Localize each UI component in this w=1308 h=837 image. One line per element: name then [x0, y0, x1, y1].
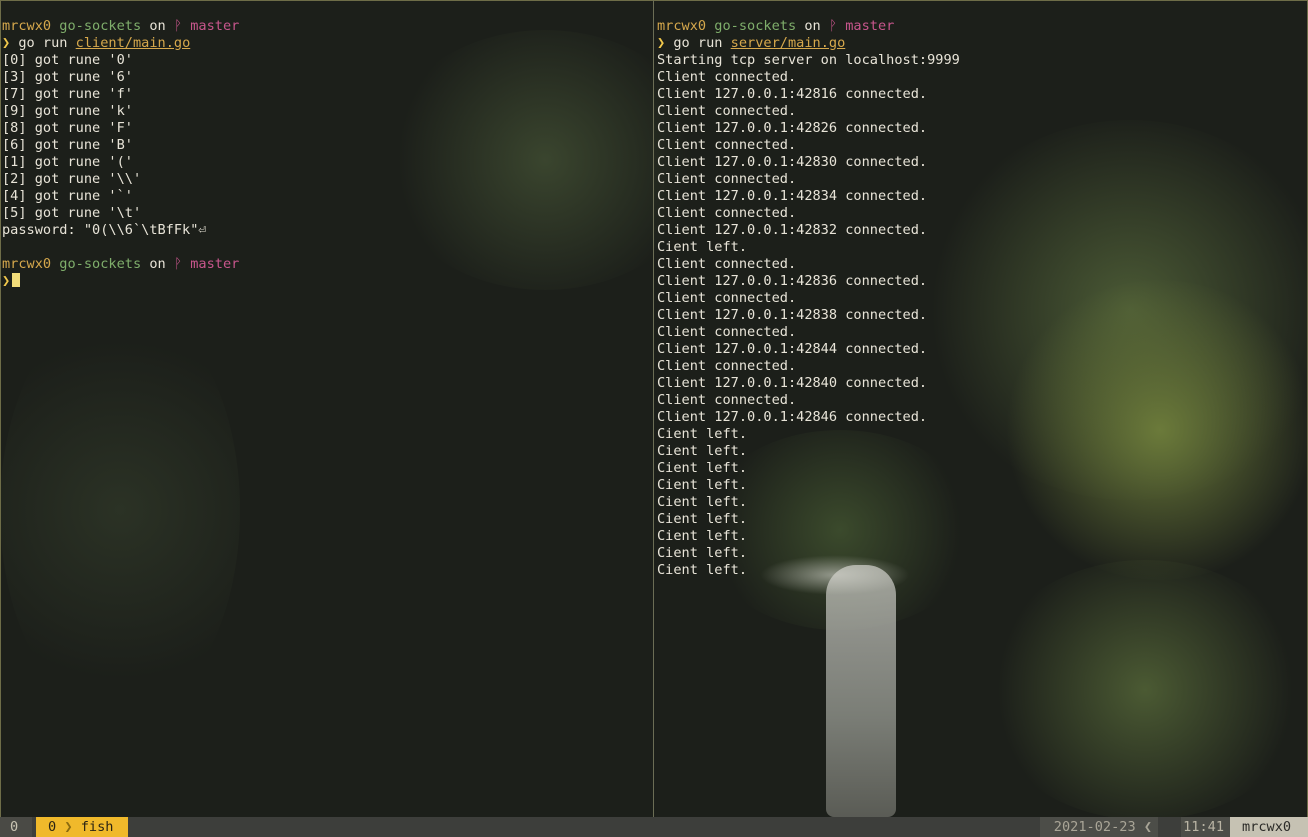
- output-line: [3] got rune '6': [2, 69, 133, 85]
- output-line: [4] got rune '`': [2, 188, 133, 204]
- prompt-on: on: [804, 18, 821, 34]
- prompt-dir: go-sockets: [714, 18, 797, 34]
- output-line: Client 127.0.0.1:42844 connected.: [657, 341, 928, 357]
- prompt-branch: master: [190, 256, 240, 272]
- pane-divider[interactable]: [653, 0, 654, 817]
- prompt-line: mrcwx0 go-sockets on ᚹ master: [657, 18, 1303, 35]
- output-line: Client connected.: [657, 171, 797, 187]
- command-line: ❯ go run server/main.go: [657, 35, 1303, 52]
- prompt-on: on: [149, 256, 166, 272]
- output-line: Client connected.: [657, 324, 797, 340]
- output-line: [8] got rune 'F': [2, 120, 133, 136]
- tmux-status-bar: 0 0 ❯ fish 2021-02-23 ❮ 11:41 mrcwx0: [0, 817, 1308, 837]
- output-line: Client connected.: [657, 290, 797, 306]
- output-line: [9] got rune 'k': [2, 103, 133, 119]
- prompt-user: mrcwx0: [2, 256, 52, 272]
- time-label: 11:41: [1183, 819, 1224, 835]
- window-index: 0: [48, 819, 57, 835]
- output-line: Client 127.0.0.1:42840 connected.: [657, 375, 928, 391]
- output-line: Client connected.: [657, 358, 797, 374]
- server-output: Starting tcp server on localhost:9999 Cli…: [657, 52, 1303, 579]
- command-text: go run: [673, 35, 723, 51]
- branch-icon: ᚹ: [828, 18, 838, 34]
- separator-icon: ❮: [1143, 819, 1152, 835]
- status-date: 2021-02-23 ❮: [1039, 817, 1158, 837]
- prompt-dir: go-sockets: [59, 256, 142, 272]
- output-line: [5] got rune '\t': [2, 205, 142, 221]
- output-line: Client 127.0.0.1:42830 connected.: [657, 154, 928, 170]
- output-line: Client 127.0.0.1:42826 connected.: [657, 120, 928, 136]
- output-line: Cient left.: [657, 426, 748, 442]
- output-line: Client 127.0.0.1:42816 connected.: [657, 86, 928, 102]
- session-indicator[interactable]: 0: [0, 817, 32, 837]
- right-pane-server[interactable]: mrcwx0 go-sockets on ᚹ master ❯ go run s…: [657, 18, 1303, 817]
- prompt-branch: master: [845, 18, 895, 34]
- output-line: Cient left.: [657, 239, 748, 255]
- output-line: [0] got rune '0': [2, 52, 133, 68]
- output-line: Client connected.: [657, 137, 797, 153]
- prompt-on: on: [149, 18, 166, 34]
- output-line: Client 127.0.0.1:42836 connected.: [657, 273, 928, 289]
- command-path-link[interactable]: client/main.go: [76, 35, 191, 51]
- output-line: Client connected.: [657, 392, 797, 408]
- output-line: Client 127.0.0.1:42838 connected.: [657, 307, 928, 323]
- command-line: ❯ go run client/main.go: [2, 35, 650, 52]
- output-line: Cient left.: [657, 460, 748, 476]
- window-tab-fish[interactable]: 0 ❯ fish: [36, 817, 128, 837]
- output-line: Cient left.: [657, 528, 748, 544]
- prompt-line: mrcwx0 go-sockets on ᚹ master: [2, 18, 650, 35]
- active-input-line[interactable]: ❯: [2, 273, 650, 290]
- output-line: [6] got rune 'B': [2, 137, 133, 153]
- output-line: [7] got rune 'f': [2, 86, 133, 102]
- prompt-branch: master: [190, 18, 240, 34]
- output-line: Client 127.0.0.1:42834 connected.: [657, 188, 928, 204]
- prompt-dir: go-sockets: [59, 18, 142, 34]
- output-line: Client 127.0.0.1:42846 connected.: [657, 409, 928, 425]
- output-line: Cient left.: [657, 562, 748, 578]
- window-name: fish: [80, 819, 114, 835]
- prompt-line-2: mrcwx0 go-sockets on ᚹ master: [2, 256, 650, 273]
- output-line: [1] got rune '(': [2, 154, 133, 170]
- output-line: Cient left.: [657, 477, 748, 493]
- branch-icon: ᚹ: [173, 256, 183, 272]
- output-line: Client connected.: [657, 69, 797, 85]
- output-line: Client connected.: [657, 205, 797, 221]
- output-line: Client connected.: [657, 256, 797, 272]
- output-line: Cient left.: [657, 443, 748, 459]
- output-line: Cient left.: [657, 494, 748, 510]
- status-time: 11:41: [1181, 817, 1230, 837]
- prompt-arrow-icon: ❯: [657, 35, 666, 51]
- output-line: Cient left.: [657, 511, 748, 527]
- prompt-user: mrcwx0: [657, 18, 707, 34]
- branch-icon: ᚹ: [173, 18, 183, 34]
- output-line: Client 127.0.0.1:42832 connected.: [657, 222, 928, 238]
- prompt-arrow-icon: ❯: [2, 35, 11, 51]
- output-line: Cient left.: [657, 545, 748, 561]
- text-cursor: [12, 273, 21, 287]
- session-label: 0: [10, 819, 19, 835]
- client-output: [0] got rune '0' [3] got rune '6' [7] got …: [2, 52, 650, 239]
- command-text: go run: [18, 35, 68, 51]
- output-line: Starting tcp server on localhost:9999: [657, 52, 960, 68]
- output-line: password: "0(\\6`\tBfFk"⏎: [2, 222, 207, 238]
- status-host: mrcwx0: [1230, 817, 1308, 837]
- output-line: Client connected.: [657, 103, 797, 119]
- prompt-user: mrcwx0: [2, 18, 52, 34]
- separator-icon: ❯: [64, 819, 73, 835]
- left-pane-client[interactable]: mrcwx0 go-sockets on ᚹ master ❯ go run c…: [2, 18, 650, 817]
- output-line: [2] got rune '\\': [2, 171, 142, 187]
- command-path-link[interactable]: server/main.go: [731, 35, 846, 51]
- prompt-arrow-icon: ❯: [2, 273, 11, 289]
- host-label: mrcwx0: [1242, 819, 1292, 835]
- date-label: 2021-02-23: [1053, 819, 1136, 835]
